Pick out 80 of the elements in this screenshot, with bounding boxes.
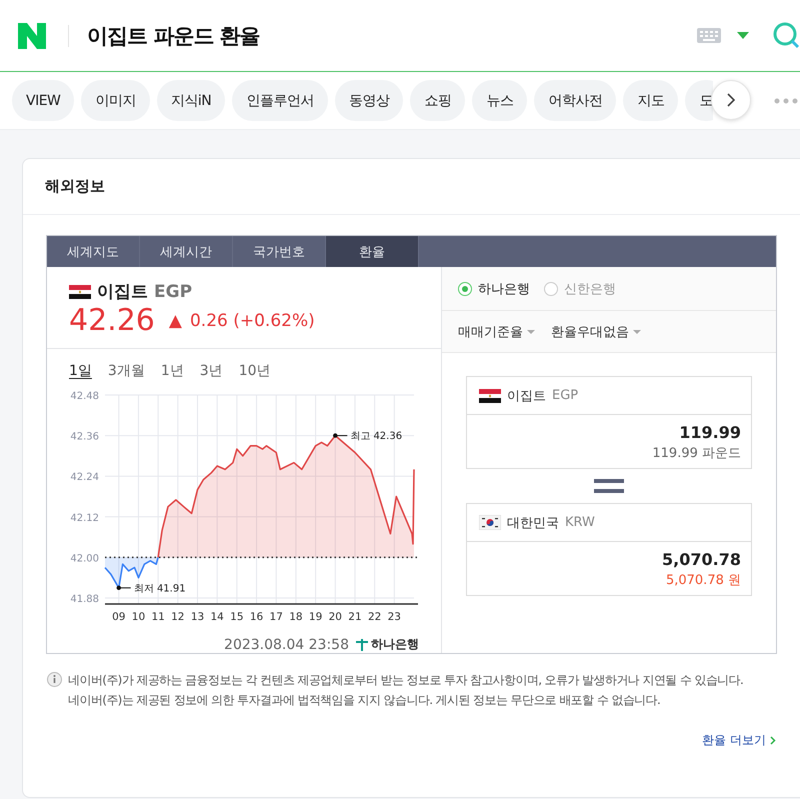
- currency-code: EGP: [552, 388, 578, 403]
- rate-change: 0.26 (+0.62%): [190, 310, 315, 330]
- period-tab[interactable]: 1일: [69, 362, 92, 380]
- amount-value[interactable]: 119.99: [679, 423, 741, 442]
- rate-dropdown[interactable]: 매매기준율: [458, 322, 535, 340]
- next-button[interactable]: [711, 80, 751, 120]
- flag-icon: [479, 388, 501, 402]
- axis-label: 14: [210, 611, 224, 623]
- axis-label: 23: [388, 611, 401, 623]
- marker-point: [333, 433, 348, 438]
- axis-label: 18: [289, 611, 303, 623]
- timestamp: 2023.08.04 23:58: [224, 636, 349, 652]
- axis-label: 41.88: [70, 594, 99, 605]
- axis-label: 11: [151, 611, 165, 623]
- chart-annotation: 최고 42.36: [350, 431, 402, 442]
- rate-dropdown[interactable]: 환율우대없음: [551, 322, 641, 340]
- bank-radio[interactable]: 하나은행: [458, 280, 530, 298]
- axis-label: 42.36: [70, 432, 99, 443]
- more-icon[interactable]: [774, 98, 798, 104]
- search-tab[interactable]: 어학사전: [534, 80, 616, 121]
- axis-label: 42.00: [70, 553, 99, 564]
- amount-reading: 119.99 파운드: [652, 445, 741, 462]
- search-tab[interactable]: 동영상: [334, 80, 404, 121]
- country-name: 대한민국: [507, 514, 559, 532]
- period-tab[interactable]: 3개월: [108, 362, 145, 380]
- axis-label: 12: [171, 611, 184, 623]
- rate-value: 42.26: [69, 303, 155, 338]
- chart-annotation: 최저 41.91: [134, 583, 186, 594]
- search-tab[interactable]: 도: [685, 80, 713, 121]
- chevron-icon: [770, 736, 776, 745]
- period-tab[interactable]: 10년: [238, 362, 271, 380]
- marker-point: [116, 586, 132, 590]
- flag-icon: [479, 515, 501, 530]
- more-link[interactable]: 환율 더보기: [702, 732, 776, 749]
- axis-label: 42.48: [70, 391, 99, 402]
- axis-label: 16: [250, 611, 264, 623]
- search-tab[interactable]: 뉴스: [472, 80, 528, 121]
- axis-label: 20: [328, 611, 342, 623]
- search-tab[interactable]: 지도: [623, 80, 678, 121]
- axis-label: 09: [112, 611, 126, 623]
- widget-tab[interactable]: 환율: [326, 236, 419, 267]
- axis-label: 13: [190, 611, 204, 623]
- axis-label: 42.12: [70, 512, 99, 524]
- search-tab[interactable]: 쇼핑: [410, 80, 466, 121]
- disclaimer-text: 네이버(주)가 제공하는 금융정보는 각 컨텐츠 제공업체로부터 받는 정보로 투자 참고사항이며, 오류가 발생하거나 지연될 수 있습니다.: [68, 672, 744, 689]
- search-tab[interactable]: 이미지: [81, 80, 150, 121]
- search-tab[interactable]: VIEW: [12, 80, 74, 121]
- amount-reading: 5,070.78 원: [666, 572, 741, 589]
- axis-label: 17: [270, 611, 283, 623]
- search-icon[interactable]: [773, 22, 800, 50]
- equals-icon: [594, 479, 624, 493]
- logo-icon[interactable]: [18, 22, 46, 48]
- period-tab[interactable]: 1년: [160, 362, 184, 380]
- source-logo: 하나은행: [355, 636, 419, 653]
- caret-icon: [633, 330, 641, 334]
- keyboard-icon[interactable]: [697, 28, 721, 43]
- up-arrow-icon: ▲: [168, 310, 182, 330]
- currency-code: EGP: [154, 282, 192, 302]
- caret-icon[interactable]: [737, 32, 749, 39]
- search-tab[interactable]: 지식iN: [156, 80, 226, 121]
- country-name: 이집트: [97, 281, 148, 303]
- caret-icon: [527, 330, 535, 334]
- disclaimer-text: 네이버(주)는 제공된 정보에 의한 투자결과에 법적책임을 지지 않습니다. 게시된 정보는 무단으로 배포할 수 없습니다.: [68, 692, 662, 709]
- amount-value[interactable]: 5,070.78: [662, 550, 741, 569]
- flag-icon: [69, 284, 91, 298]
- country-name: 이집트: [507, 388, 546, 404]
- axis-label: 22: [368, 611, 382, 623]
- search-tab[interactable]: 인플루언서: [232, 80, 328, 121]
- currency-code: KRW: [565, 515, 595, 530]
- info-icon: [47, 672, 62, 687]
- card-title: 해외정보: [23, 159, 800, 215]
- axis-label: 42.24: [70, 472, 99, 484]
- widget-tab[interactable]: 세계지도: [47, 236, 140, 267]
- axis-label: 19: [308, 611, 322, 623]
- axis-label: 15: [230, 611, 244, 623]
- period-tab[interactable]: 3년: [200, 362, 223, 380]
- chevron-icon: [726, 92, 736, 108]
- axis-label: 10: [132, 611, 146, 623]
- axis-label: 21: [348, 611, 362, 623]
- widget-tab[interactable]: 세계시간: [140, 236, 233, 267]
